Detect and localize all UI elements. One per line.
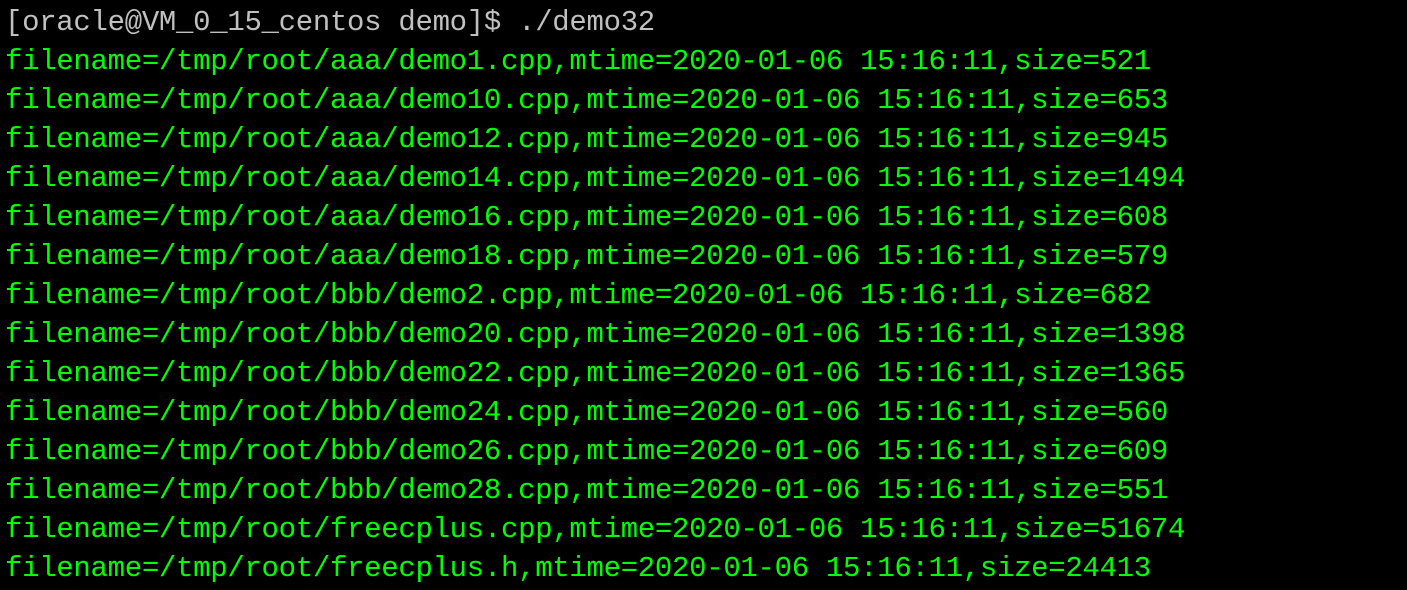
output-line: filename=/tmp/root/bbb/demo20.cpp,mtime=… — [5, 318, 1186, 351]
output-line: filename=/tmp/root/bbb/demo2.cpp,mtime=2… — [5, 279, 1151, 312]
output-line: filename=/tmp/root/bbb/demo26.cpp,mtime=… — [5, 435, 1168, 468]
output-line: filename=/tmp/root/freecplus.cpp,mtime=2… — [5, 513, 1186, 546]
output-line: filename=/tmp/root/aaa/demo12.cpp,mtime=… — [5, 123, 1168, 156]
prompt-line: [oracle@VM_0_15_centos demo]$ ./demo32 — [5, 3, 655, 42]
shell-prompt: [oracle@VM_0_15_centos demo]$ — [5, 6, 501, 39]
output-line: filename=/tmp/root/bbb/demo24.cpp,mtime=… — [5, 396, 1168, 429]
output-line: filename=/tmp/root/bbb/demo22.cpp,mtime=… — [5, 357, 1186, 390]
output-line: filename=/tmp/root/aaa/demo16.cpp,mtime=… — [5, 201, 1168, 234]
output-line: filename=/tmp/root/aaa/demo14.cpp,mtime=… — [5, 162, 1186, 195]
typed-command: ./demo32 — [500, 6, 655, 39]
output-line: filename=/tmp/root/aaa/demo10.cpp,mtime=… — [5, 84, 1168, 117]
terminal-window[interactable]: [oracle@VM_0_15_centos demo]$ ./demo32 f… — [0, 0, 1407, 590]
output-line: filename=/tmp/root/aaa/demo18.cpp,mtime=… — [5, 240, 1168, 273]
output-line: filename=/tmp/root/freecplus.h,mtime=202… — [5, 552, 1151, 585]
output-line: filename=/tmp/root/bbb/demo28.cpp,mtime=… — [5, 474, 1168, 507]
output-line: filename=/tmp/root/aaa/demo1.cpp,mtime=2… — [5, 45, 1151, 78]
